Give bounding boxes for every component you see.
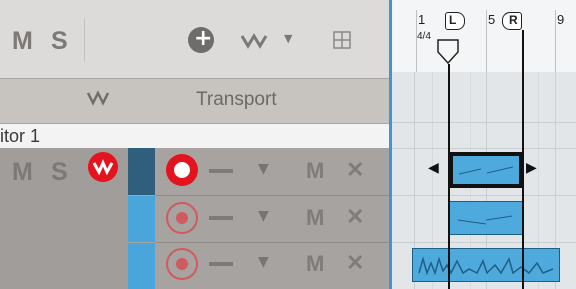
grid-icon — [333, 31, 351, 49]
arrangement-timeline[interactable]: 1 4/4 5 9 L R ◀ ▶ — [392, 0, 576, 289]
record-arm-button[interactable] — [166, 154, 198, 186]
global-mute-button[interactable]: M — [12, 27, 33, 56]
track-row[interactable]: M S ▼ M ✕ — [0, 148, 392, 195]
loop-end-line[interactable] — [522, 30, 524, 289]
record-icon — [174, 162, 190, 178]
lane-divider — [392, 122, 576, 123]
grid-view-button[interactable] — [333, 31, 351, 54]
track-color-strip[interactable] — [128, 196, 155, 242]
bar-number: 1 — [418, 12, 426, 27]
dash-icon — [209, 262, 233, 266]
playhead-marker[interactable] — [436, 38, 462, 66]
dash-icon — [209, 169, 233, 173]
add-track-button[interactable]: + — [188, 27, 214, 53]
track-row[interactable]: ▼ M ✕ — [0, 196, 392, 242]
remove-track-button[interactable]: ✕ — [346, 204, 364, 230]
automation-active-button[interactable] — [88, 152, 118, 182]
timeline-lanes[interactable]: ◀ ▶ — [392, 72, 576, 289]
track-mute-button[interactable]: M — [306, 205, 324, 231]
remove-track-button[interactable]: ✕ — [346, 250, 364, 276]
loop-start-marker[interactable]: L — [445, 12, 465, 30]
midi-clip[interactable] — [449, 201, 523, 235]
ruler-tick — [486, 10, 487, 72]
time-signature: 4/4 — [417, 31, 431, 42]
resize-left-handle[interactable]: ◀ — [428, 160, 439, 176]
divider — [84, 18, 85, 62]
track-color-strip[interactable] — [128, 148, 155, 195]
global-solo-button[interactable]: S — [51, 27, 68, 56]
bar-number: 9 — [557, 12, 565, 27]
automation-curve-icon — [86, 90, 110, 106]
plus-icon: + — [194, 26, 213, 51]
midi-clip-selected[interactable] — [449, 152, 523, 188]
track-mute-button[interactable]: M — [306, 158, 324, 184]
resize-right-handle[interactable]: ▶ — [526, 160, 537, 176]
track-name-strip: itor 1 — [0, 124, 392, 148]
dropdown-arrow-icon[interactable]: ▼ — [258, 208, 269, 224]
record-arm-button[interactable] — [166, 202, 198, 234]
loop-end-marker[interactable]: R — [502, 12, 522, 30]
record-arm-button[interactable] — [166, 248, 198, 280]
automation-curve-icon — [240, 33, 268, 49]
track-mute-button[interactable]: M — [306, 251, 324, 277]
ruler[interactable]: 1 4/4 5 9 L R — [392, 0, 576, 72]
header-automation-button[interactable] — [86, 87, 110, 112]
lane-divider — [392, 242, 576, 243]
transport-label: Transport — [196, 89, 277, 110]
playhead-line[interactable] — [448, 64, 450, 289]
record-icon — [176, 212, 188, 224]
clip-waveform — [458, 166, 514, 175]
remove-track-button[interactable]: ✕ — [346, 157, 364, 183]
automation-curve-icon — [92, 159, 114, 175]
track-color-strip[interactable] — [128, 243, 155, 289]
clip-waveform — [457, 215, 513, 225]
audio-clip[interactable] — [412, 248, 560, 282]
track-list-toolbar: M S + ▼ — [0, 0, 392, 78]
track-mute-button[interactable]: M — [12, 158, 33, 187]
record-icon — [176, 258, 188, 270]
track-row[interactable]: ▼ M ✕ — [0, 243, 392, 289]
track-name[interactable]: itor 1 — [0, 126, 40, 147]
track-list: M S ▼ M ✕ ▼ M ✕ ▼ M ✕ — [0, 148, 392, 289]
dropdown-arrow-icon[interactable]: ▼ — [258, 161, 269, 177]
chevron-down-icon[interactable]: ▼ — [284, 32, 292, 45]
clip-waveform — [418, 256, 554, 276]
automation-menu-button[interactable] — [240, 30, 272, 55]
lane-divider — [392, 148, 576, 149]
bar-number: 5 — [488, 12, 496, 27]
track-solo-button[interactable]: S — [51, 158, 68, 187]
dash-icon — [209, 216, 233, 220]
transport-header: Transport — [0, 78, 392, 124]
ruler-tick — [416, 10, 417, 72]
dropdown-arrow-icon[interactable]: ▼ — [258, 254, 269, 270]
ruler-tick — [555, 10, 556, 72]
lane-divider — [392, 195, 576, 196]
